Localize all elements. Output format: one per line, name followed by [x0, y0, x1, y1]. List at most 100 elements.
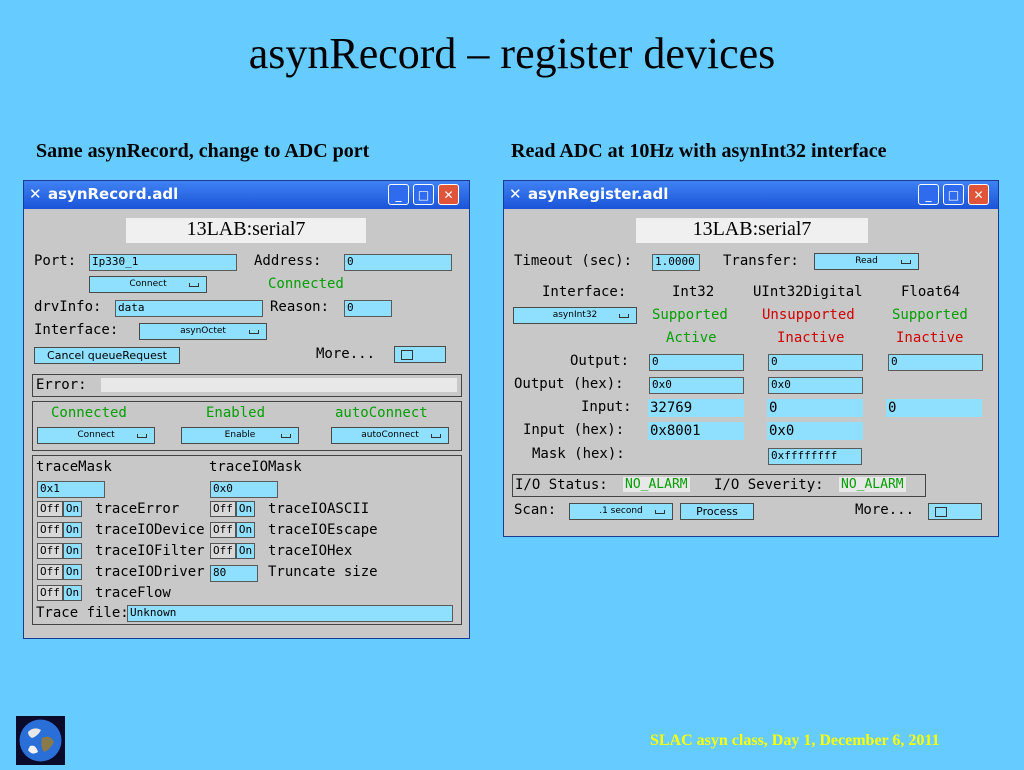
- trace-ioascii-toggle[interactable]: Off On: [210, 501, 256, 517]
- on-option[interactable]: On: [235, 543, 256, 559]
- transfer-label: Transfer:: [723, 253, 799, 269]
- float64-column-header: Float64: [901, 284, 961, 300]
- earth-globe-icon: [19, 719, 62, 762]
- trace-ioescape-toggle[interactable]: Off On: [210, 522, 256, 538]
- windows-icon: [935, 507, 947, 517]
- off-option[interactable]: Off: [210, 522, 236, 538]
- on-option[interactable]: On: [62, 522, 83, 538]
- tracemask-input[interactable]: 0x1: [37, 481, 105, 498]
- io-status-label: I/O Status:: [515, 477, 608, 493]
- connected-status: Connected: [268, 276, 344, 292]
- trace-iodriver-toggle[interactable]: Off On: [37, 564, 83, 580]
- more-related-display-button[interactable]: [928, 503, 982, 520]
- more-related-display-button[interactable]: [394, 346, 446, 363]
- titlebar[interactable]: ✕ asynRecord.adl _ □ ✕: [24, 181, 469, 209]
- output-label: Output:: [570, 353, 630, 369]
- x-app-icon: ✕: [509, 185, 522, 203]
- off-option[interactable]: Off: [37, 564, 63, 580]
- int32-output-input[interactable]: 0: [649, 354, 744, 371]
- off-option[interactable]: Off: [37, 585, 63, 601]
- uint32digital-output-input[interactable]: 0: [768, 354, 863, 371]
- more-label: More...: [855, 502, 915, 518]
- mask-hex-input[interactable]: 0xffffffff: [768, 448, 862, 465]
- uint32digital-input-hex-value: 0x0: [767, 422, 863, 440]
- on-option[interactable]: On: [62, 543, 83, 559]
- reason-label: Reason:: [270, 299, 330, 315]
- connection-box: Connected Enabled autoConnect Connect En…: [32, 401, 462, 451]
- drvinfo-input[interactable]: data: [115, 300, 263, 317]
- port-label: Port:: [34, 253, 77, 269]
- output-hex-label: Output (hex):: [514, 376, 624, 392]
- interface-label: Interface:: [542, 284, 627, 300]
- maximize-button[interactable]: □: [943, 184, 964, 205]
- interface-label: Interface:: [34, 322, 119, 338]
- io-status-value: NO_ALARM: [623, 477, 690, 492]
- off-option[interactable]: Off: [37, 543, 63, 559]
- trace-ioascii-label: traceIOASCII: [268, 501, 370, 517]
- minimize-button[interactable]: _: [388, 184, 409, 205]
- truncate-size-input[interactable]: 80: [210, 565, 258, 582]
- port-input[interactable]: Ip330_1: [89, 254, 237, 271]
- connect-menu[interactable]: Connect: [89, 276, 207, 293]
- error-text: [101, 378, 457, 392]
- trace-iodevice-toggle[interactable]: Off On: [37, 522, 83, 538]
- scan-menu[interactable]: .1 second: [569, 503, 673, 520]
- on-option[interactable]: On: [235, 501, 256, 517]
- int32-column-header: Int32: [672, 284, 715, 300]
- trace-file-label: Trace file:: [36, 605, 129, 621]
- on-option[interactable]: On: [235, 522, 256, 538]
- trace-iofilter-label: traceIOFilter: [95, 543, 205, 559]
- off-option[interactable]: Off: [210, 543, 236, 559]
- cancel-queue-button[interactable]: Cancel queueRequest: [34, 347, 180, 364]
- asyn-register-window: ✕ asynRegister.adl _ □ ✕ 13LAB:serial7 T…: [503, 180, 999, 537]
- on-option[interactable]: On: [62, 564, 83, 580]
- io-severity-label: I/O Severity:: [714, 477, 824, 493]
- trace-file-input[interactable]: Unknown: [127, 605, 453, 622]
- on-option[interactable]: On: [62, 501, 83, 517]
- float64-output-input[interactable]: 0: [888, 354, 983, 371]
- minimize-button[interactable]: _: [918, 184, 939, 205]
- close-button[interactable]: ✕: [968, 184, 989, 205]
- maximize-button[interactable]: □: [413, 184, 434, 205]
- connected-label: Connected: [51, 405, 127, 421]
- address-input[interactable]: 0: [344, 254, 452, 271]
- timeout-input[interactable]: 1.0000: [652, 254, 700, 271]
- drvinfo-label: drvInfo:: [34, 299, 102, 315]
- trace-iohex-toggle[interactable]: Off On: [210, 543, 256, 559]
- enable-menu[interactable]: Enable: [181, 427, 299, 444]
- timeout-label: Timeout (sec):: [514, 253, 633, 269]
- reason-input[interactable]: 0: [344, 300, 392, 317]
- interface-menu[interactable]: asynOctet: [139, 323, 267, 340]
- trace-iodevice-label: traceIODevice: [95, 522, 205, 538]
- footer-text: SLAC asyn class, Day 1, December 6, 2011: [650, 732, 940, 749]
- caption-right: Read ADC at 10Hz with asynInt32 interfac…: [511, 140, 887, 162]
- interface-menu[interactable]: asynInt32: [513, 307, 637, 324]
- autoconnect-menu[interactable]: autoConnect: [331, 427, 449, 444]
- caption-left: Same asynRecord, change to ADC port: [36, 140, 370, 162]
- float64-input-value: 0: [886, 399, 982, 417]
- on-option[interactable]: On: [62, 585, 83, 601]
- close-button[interactable]: ✕: [438, 184, 459, 205]
- process-button[interactable]: Process: [680, 503, 754, 520]
- window-title: asynRecord.adl: [48, 185, 179, 203]
- scan-label: Scan:: [514, 502, 557, 518]
- off-option[interactable]: Off: [210, 501, 236, 517]
- device-name: 13LAB:serial7: [636, 218, 868, 243]
- traceiomask-input[interactable]: 0x0: [210, 481, 278, 498]
- int32-input-hex-value: 0x8001: [648, 422, 744, 440]
- trace-ioescape-label: traceIOEscape: [268, 522, 378, 538]
- connect-toggle-menu[interactable]: Connect: [37, 427, 155, 444]
- uint32digital-output-hex-input[interactable]: 0x0: [768, 377, 863, 394]
- trace-error-toggle[interactable]: Off On: [37, 501, 83, 517]
- input-label: Input:: [581, 399, 632, 415]
- error-label: Error:: [36, 377, 87, 393]
- trace-flow-toggle[interactable]: Off On: [37, 585, 83, 601]
- off-option[interactable]: Off: [37, 501, 63, 517]
- off-option[interactable]: Off: [37, 522, 63, 538]
- int32-output-hex-input[interactable]: 0x0: [649, 377, 744, 394]
- enabled-label: Enabled: [206, 405, 266, 421]
- uint32digital-column-header: UInt32Digital: [753, 284, 863, 300]
- transfer-menu[interactable]: Read: [814, 253, 919, 270]
- trace-iofilter-toggle[interactable]: Off On: [37, 543, 83, 559]
- titlebar[interactable]: ✕ asynRegister.adl _ □ ✕: [504, 181, 998, 209]
